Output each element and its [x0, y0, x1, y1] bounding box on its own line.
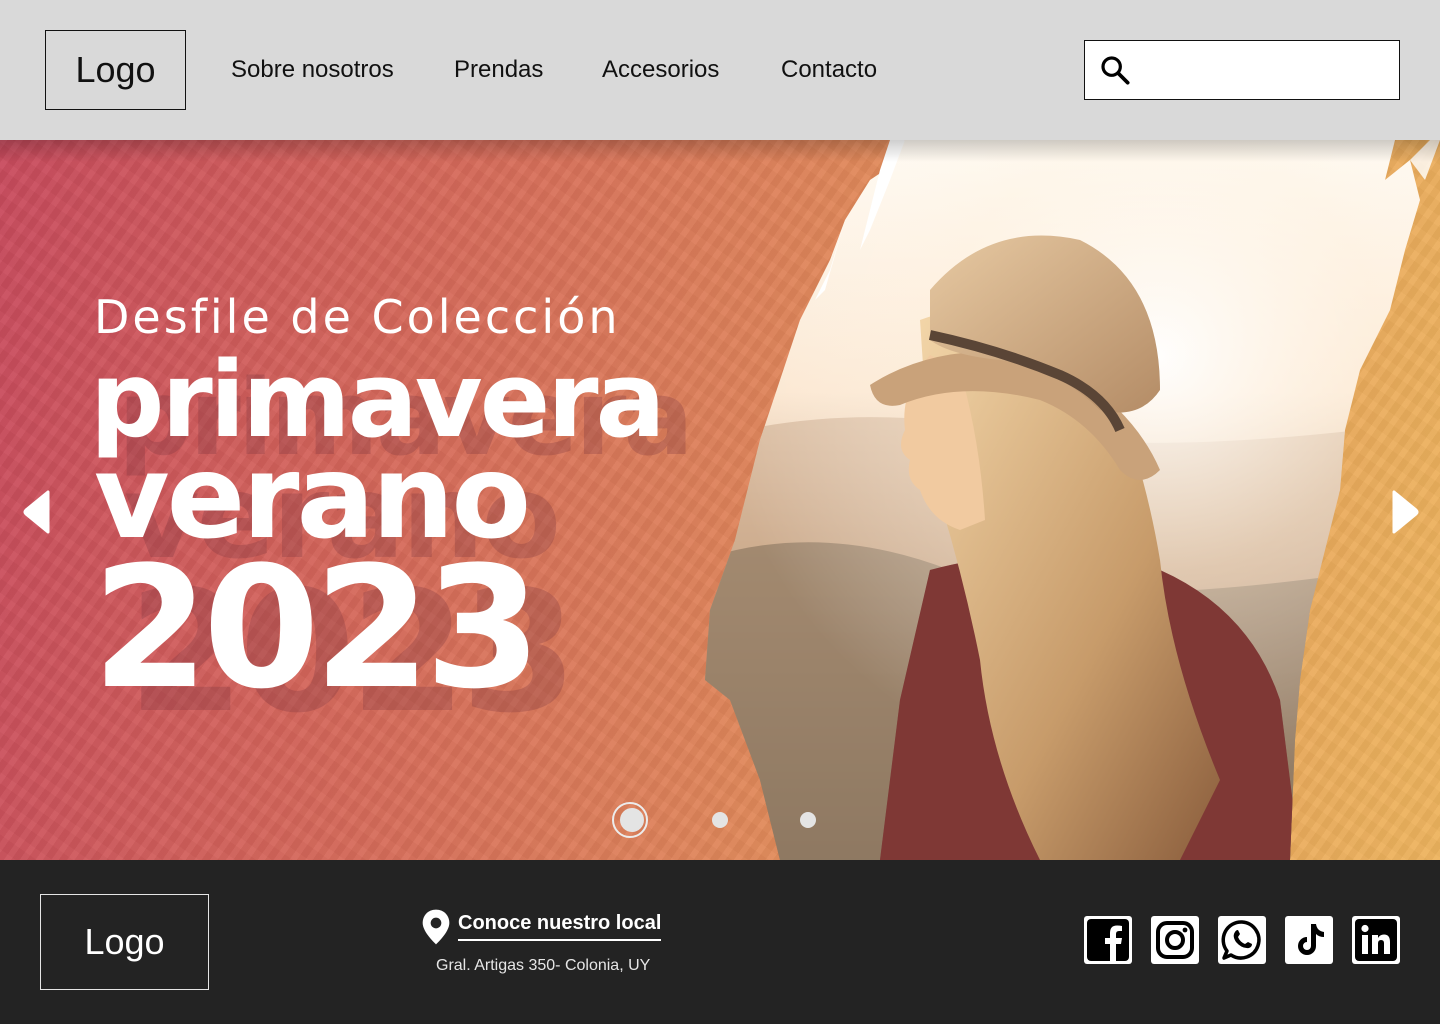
- chevron-right-icon[interactable]: [1392, 490, 1420, 534]
- hero-carousel: Desfile de Colección primavera primavera…: [0, 140, 1440, 860]
- nav-item-prendas[interactable]: Prendas: [454, 56, 543, 84]
- nav-item-contacto[interactable]: Contacto: [781, 56, 877, 84]
- hero-subtitle: Desfile de Colección: [94, 290, 621, 344]
- nav-item-accesorios[interactable]: Accesorios: [602, 56, 719, 84]
- map-pin-icon: [422, 909, 450, 945]
- site-footer: Logo Conoce nuestro local Gral. Artigas …: [0, 860, 1440, 1024]
- search-box[interactable]: [1084, 40, 1400, 100]
- facebook-icon[interactable]: [1084, 916, 1132, 964]
- hero-text-block: Desfile de Colección primavera primavera…: [0, 140, 700, 860]
- site-header: Logo Sobre nosotros Prendas Accesorios C…: [0, 0, 1440, 140]
- chevron-left-icon[interactable]: [22, 490, 50, 534]
- search-icon[interactable]: [1099, 54, 1131, 86]
- carousel-dot-1[interactable]: [620, 808, 644, 832]
- store-location-link[interactable]: Conoce nuestro local: [458, 912, 662, 941]
- tiktok-icon[interactable]: [1285, 916, 1333, 964]
- nav-item-sobre-nosotros[interactable]: Sobre nosotros: [231, 56, 394, 84]
- carousel-dot-3[interactable]: [800, 812, 816, 828]
- instagram-icon[interactable]: [1151, 916, 1199, 964]
- store-address: Gral. Artigas 350- Colonia, UY: [436, 957, 651, 974]
- carousel-dot-2[interactable]: [712, 812, 728, 828]
- carousel-indicators: [0, 802, 1440, 842]
- footer-logo[interactable]: Logo: [40, 894, 209, 990]
- linkedin-icon[interactable]: [1352, 916, 1400, 964]
- hero-year: 2023: [92, 530, 542, 726]
- whatsapp-icon[interactable]: [1218, 916, 1266, 964]
- search-input[interactable]: [1137, 49, 1391, 91]
- header-logo[interactable]: Logo: [45, 30, 186, 110]
